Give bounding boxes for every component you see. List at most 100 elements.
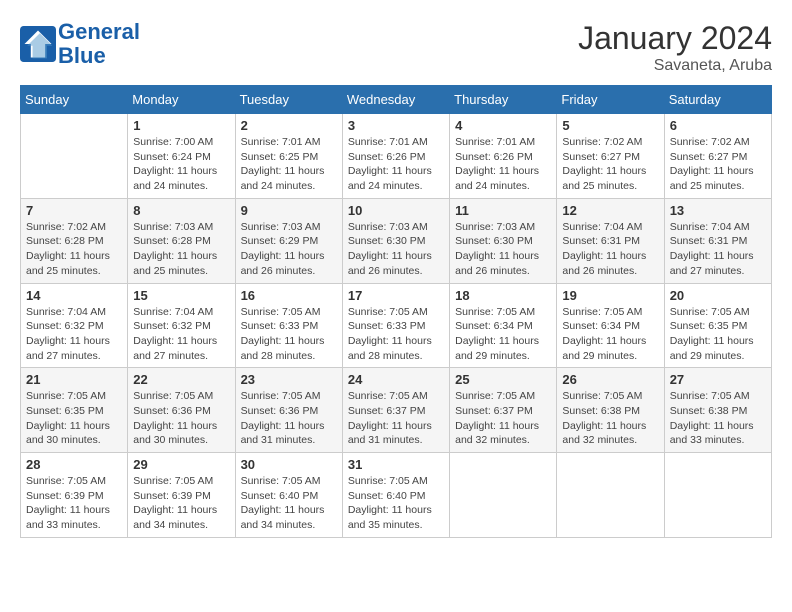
day-cell: 18Sunrise: 7:05 AMSunset: 6:34 PMDayligh… xyxy=(450,283,557,368)
header-cell-wednesday: Wednesday xyxy=(342,86,449,114)
day-info: Sunrise: 7:03 AMSunset: 6:30 PMDaylight:… xyxy=(348,220,444,279)
day-info: Sunrise: 7:02 AMSunset: 6:28 PMDaylight:… xyxy=(26,220,122,279)
day-cell: 10 Sunrise: 7:03 AMSunset: 6:30 PMDayligh… xyxy=(342,198,449,283)
day-cell: 6 Sunrise: 7:02 AMSunset: 6:27 PMDaylight… xyxy=(664,114,771,199)
day-info: Sunrise: 7:05 AMSunset: 6:34 PMDaylight:… xyxy=(455,305,551,364)
day-info: Sunrise: 7:02 AMSunset: 6:27 PMDaylight:… xyxy=(670,135,766,194)
day-cell: 20 Sunrise: 7:05 AMSunset: 6:35 PMDayligh… xyxy=(664,283,771,368)
day-cell: 1 Sunrise: 7:00 AMSunset: 6:24 PMDaylight… xyxy=(128,114,235,199)
day-number: 5 xyxy=(562,118,658,133)
day-cell: 11 Sunrise: 7:03 AMSunset: 6:30 PMDayligh… xyxy=(450,198,557,283)
day-info: Sunrise: 7:03 AMSunset: 6:30 PMDaylight:… xyxy=(455,220,551,279)
day-number: 13 xyxy=(670,203,766,218)
day-info: Sunrise: 7:00 AMSunset: 6:24 PMDaylight:… xyxy=(133,135,229,194)
day-cell: 17 Sunrise: 7:05 AMSunset: 6:33 PMDayligh… xyxy=(342,283,449,368)
day-cell: 13 Sunrise: 7:04 AMSunset: 6:31 PMDayligh… xyxy=(664,198,771,283)
day-info: Sunrise: 7:03 AMSunset: 6:29 PMDaylight:… xyxy=(241,220,337,279)
day-cell: 23 Sunrise: 7:05 AMSunset: 6:36 PMDayligh… xyxy=(235,368,342,453)
day-cell xyxy=(557,453,664,538)
day-info: Sunrise: 7:04 AMSunset: 6:31 PMDaylight:… xyxy=(670,220,766,279)
day-cell xyxy=(450,453,557,538)
logo-line2: Blue xyxy=(58,43,106,68)
day-info: Sunrise: 7:05 AMSunset: 6:40 PMDaylight:… xyxy=(348,474,444,533)
day-info: Sunrise: 7:05 AMSunset: 6:39 PMDaylight:… xyxy=(26,474,122,533)
day-cell: 3 Sunrise: 7:01 AMSunset: 6:26 PMDaylight… xyxy=(342,114,449,199)
day-cell: 28 Sunrise: 7:05 AMSunset: 6:39 PMDayligh… xyxy=(21,453,128,538)
day-number: 3 xyxy=(348,118,444,133)
day-number: 15 xyxy=(133,288,229,303)
day-info: Sunrise: 7:02 AMSunset: 6:27 PMDaylight:… xyxy=(562,135,658,194)
title-block: January 2024 Savaneta, Aruba xyxy=(578,20,772,75)
day-info: Sunrise: 7:05 AMSunset: 6:33 PMDaylight:… xyxy=(348,305,444,364)
calendar-subtitle: Savaneta, Aruba xyxy=(578,57,772,75)
day-number: 4 xyxy=(455,118,551,133)
day-number: 28 xyxy=(26,457,122,472)
day-info: Sunrise: 7:05 AMSunset: 6:35 PMDaylight:… xyxy=(26,389,122,448)
logo-line1: General xyxy=(58,19,140,44)
day-info: Sunrise: 7:01 AMSunset: 6:26 PMDaylight:… xyxy=(455,135,551,194)
day-number: 8 xyxy=(133,203,229,218)
day-info: Sunrise: 7:05 AMSunset: 6:35 PMDaylight:… xyxy=(670,305,766,364)
day-number: 12 xyxy=(562,203,658,218)
day-number: 26 xyxy=(562,372,658,387)
day-number: 20 xyxy=(670,288,766,303)
day-cell: 9 Sunrise: 7:03 AMSunset: 6:29 PMDaylight… xyxy=(235,198,342,283)
day-cell: 4 Sunrise: 7:01 AMSunset: 6:26 PMDaylight… xyxy=(450,114,557,199)
day-number: 25 xyxy=(455,372,551,387)
day-number: 7 xyxy=(26,203,122,218)
day-info: Sunrise: 7:05 AMSunset: 6:38 PMDaylight:… xyxy=(670,389,766,448)
day-info: Sunrise: 7:05 AMSunset: 6:37 PMDaylight:… xyxy=(455,389,551,448)
day-info: Sunrise: 7:01 AMSunset: 6:25 PMDaylight:… xyxy=(241,135,337,194)
day-cell: 19Sunrise: 7:05 AMSunset: 6:34 PMDayligh… xyxy=(557,283,664,368)
week-row-5: 28 Sunrise: 7:05 AMSunset: 6:39 PMDayligh… xyxy=(21,453,772,538)
day-cell: 21Sunrise: 7:05 AMSunset: 6:35 PMDayligh… xyxy=(21,368,128,453)
day-cell: 26Sunrise: 7:05 AMSunset: 6:38 PMDayligh… xyxy=(557,368,664,453)
calendar-header: SundayMondayTuesdayWednesdayThursdayFrid… xyxy=(21,86,772,114)
header-cell-thursday: Thursday xyxy=(450,86,557,114)
week-row-2: 7 Sunrise: 7:02 AMSunset: 6:28 PMDaylight… xyxy=(21,198,772,283)
day-number: 10 xyxy=(348,203,444,218)
calendar-body: 1 Sunrise: 7:00 AMSunset: 6:24 PMDaylight… xyxy=(21,114,772,538)
day-cell: 16Sunrise: 7:05 AMSunset: 6:33 PMDayligh… xyxy=(235,283,342,368)
day-info: Sunrise: 7:04 AMSunset: 6:31 PMDaylight:… xyxy=(562,220,658,279)
day-cell: 2Sunrise: 7:01 AMSunset: 6:25 PMDaylight… xyxy=(235,114,342,199)
day-cell: 5 Sunrise: 7:02 AMSunset: 6:27 PMDaylight… xyxy=(557,114,664,199)
day-cell: 31 Sunrise: 7:05 AMSunset: 6:40 PMDayligh… xyxy=(342,453,449,538)
day-info: Sunrise: 7:05 AMSunset: 6:39 PMDaylight:… xyxy=(133,474,229,533)
day-number: 1 xyxy=(133,118,229,133)
day-number: 30 xyxy=(241,457,337,472)
day-cell: 24 Sunrise: 7:05 AMSunset: 6:37 PMDayligh… xyxy=(342,368,449,453)
day-cell: 30 Sunrise: 7:05 AMSunset: 6:40 PMDayligh… xyxy=(235,453,342,538)
day-cell: 7 Sunrise: 7:02 AMSunset: 6:28 PMDaylight… xyxy=(21,198,128,283)
day-info: Sunrise: 7:05 AMSunset: 6:34 PMDaylight:… xyxy=(562,305,658,364)
day-cell: 25 Sunrise: 7:05 AMSunset: 6:37 PMDayligh… xyxy=(450,368,557,453)
day-number: 17 xyxy=(348,288,444,303)
calendar-table: SundayMondayTuesdayWednesdayThursdayFrid… xyxy=(20,85,772,538)
day-cell: 29 Sunrise: 7:05 AMSunset: 6:39 PMDayligh… xyxy=(128,453,235,538)
day-info: Sunrise: 7:05 AMSunset: 6:36 PMDaylight:… xyxy=(133,389,229,448)
page-container: General Blue January 2024 Savaneta, Arub… xyxy=(20,20,772,538)
day-cell xyxy=(664,453,771,538)
day-info: Sunrise: 7:01 AMSunset: 6:26 PMDaylight:… xyxy=(348,135,444,194)
header-cell-tuesday: Tuesday xyxy=(235,86,342,114)
day-number: 9 xyxy=(241,203,337,218)
day-number: 27 xyxy=(670,372,766,387)
day-cell: 12 Sunrise: 7:04 AMSunset: 6:31 PMDayligh… xyxy=(557,198,664,283)
day-number: 31 xyxy=(348,457,444,472)
day-info: Sunrise: 7:05 AMSunset: 6:40 PMDaylight:… xyxy=(241,474,337,533)
day-info: Sunrise: 7:05 AMSunset: 6:37 PMDaylight:… xyxy=(348,389,444,448)
day-number: 24 xyxy=(348,372,444,387)
day-info: Sunrise: 7:05 AMSunset: 6:36 PMDaylight:… xyxy=(241,389,337,448)
day-number: 11 xyxy=(455,203,551,218)
day-number: 23 xyxy=(241,372,337,387)
day-number: 29 xyxy=(133,457,229,472)
day-number: 6 xyxy=(670,118,766,133)
day-number: 16 xyxy=(241,288,337,303)
day-cell: 15Sunrise: 7:04 AMSunset: 6:32 PMDayligh… xyxy=(128,283,235,368)
day-number: 14 xyxy=(26,288,122,303)
logo: General Blue xyxy=(20,20,140,68)
week-row-1: 1 Sunrise: 7:00 AMSunset: 6:24 PMDaylight… xyxy=(21,114,772,199)
day-cell: 8Sunrise: 7:03 AMSunset: 6:28 PMDaylight… xyxy=(128,198,235,283)
logo-text: General Blue xyxy=(58,20,140,68)
header-cell-monday: Monday xyxy=(128,86,235,114)
